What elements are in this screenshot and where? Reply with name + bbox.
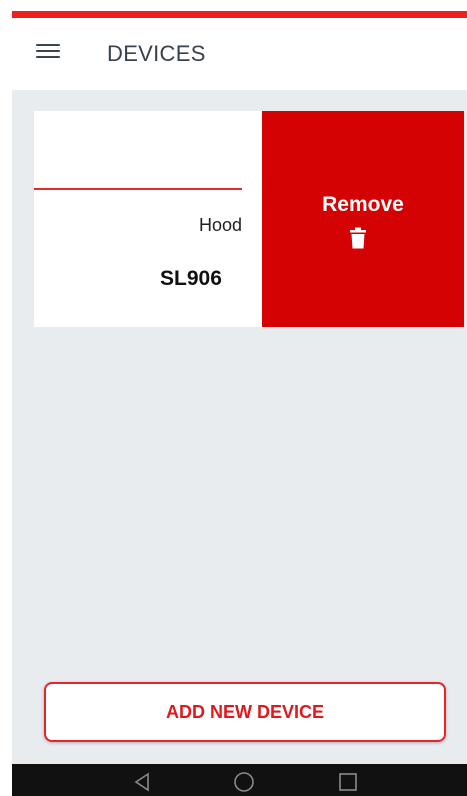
device-card-front[interactable]: Hood SL906: [34, 111, 262, 327]
system-nav-bar: [12, 764, 467, 796]
app-bar: DEVICES: [12, 18, 467, 90]
remove-label: Remove: [322, 193, 404, 216]
back-triangle-icon[interactable]: [130, 770, 154, 794]
recents-square-icon[interactable]: [336, 770, 360, 794]
trash-icon: [350, 227, 366, 249]
devices-list-area: Hood SL906 Remove ADD NEW DEVICE: [12, 90, 467, 764]
device-name-label: SL906: [160, 267, 222, 290]
page-title: DEVICES: [107, 41, 206, 66]
card-divider-line: [34, 188, 242, 190]
device-type-label: Hood: [198, 215, 242, 235]
home-circle-icon[interactable]: [232, 770, 256, 794]
hamburger-menu-icon[interactable]: [36, 44, 60, 62]
device-card[interactable]: Hood SL906 Remove: [34, 111, 464, 327]
status-bar-strip: [12, 11, 467, 18]
add-new-device-button[interactable]: ADD NEW DEVICE: [44, 682, 446, 742]
remove-device-button[interactable]: Remove: [262, 111, 464, 327]
